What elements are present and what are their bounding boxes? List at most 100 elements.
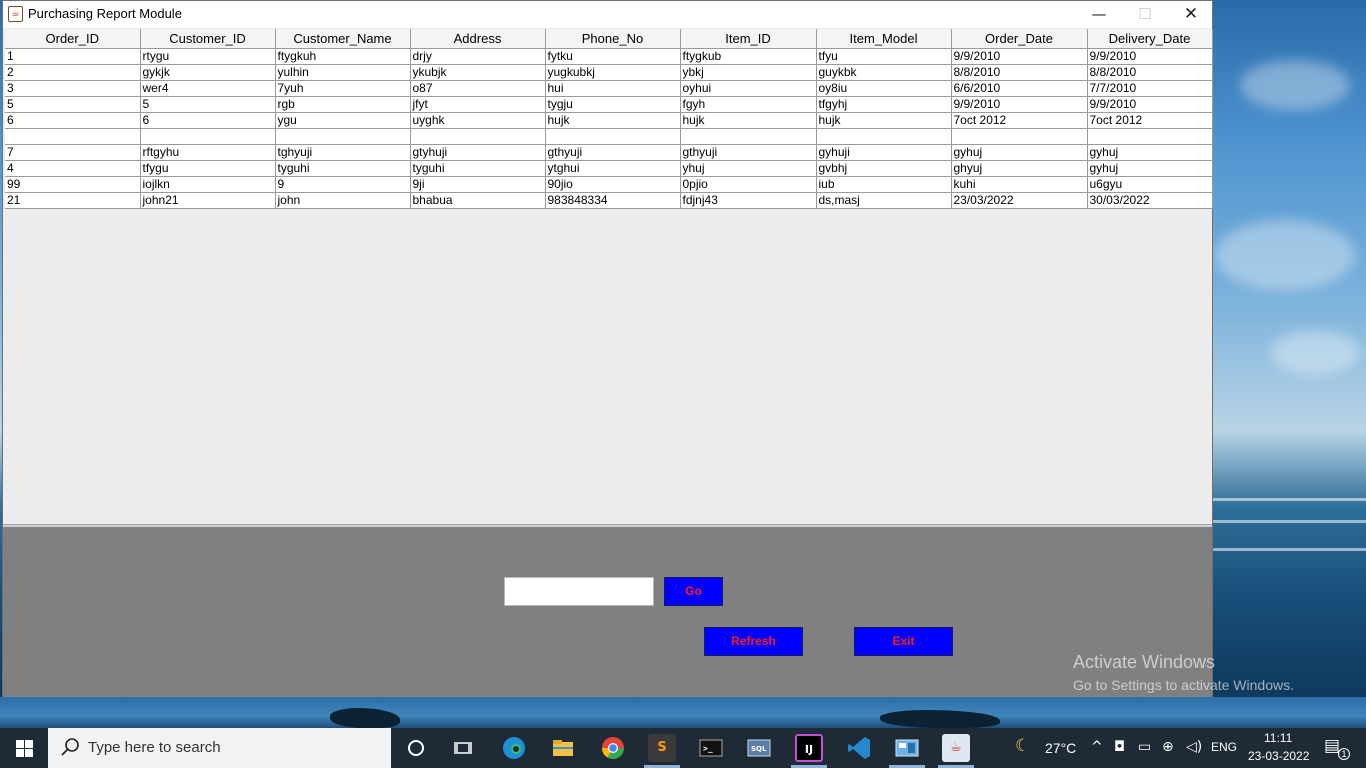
table-row[interactable]: 6 6 ygu uyghk hujk hujk hujk 7oct 2012 7oct 2012 [5, 112, 1213, 129]
table-cell[interactable]: 3 [5, 80, 141, 97]
meet-now-icon[interactable]: ◘ [1114, 739, 1125, 755]
table-cell[interactable]: 7yuh [275, 80, 411, 97]
column-header[interactable]: Phone_No [545, 29, 681, 49]
table-cell[interactable]: tghyuji [275, 144, 411, 161]
table-cell[interactable]: 9/9/2010 [951, 96, 1088, 113]
table-cell[interactable] [275, 128, 411, 145]
table-cell[interactable] [140, 128, 276, 145]
java-icon[interactable]: ☕ [942, 734, 970, 762]
table-cell[interactable] [680, 128, 817, 145]
table-cell[interactable]: 6/6/2010 [951, 80, 1088, 97]
table-cell[interactable]: tyguhi [275, 160, 411, 177]
column-header[interactable]: Item_Model [816, 29, 952, 49]
table-cell[interactable]: 23/03/2022 [951, 192, 1088, 209]
table-cell[interactable]: 9/9/2010 [1087, 48, 1213, 65]
table-cell[interactable]: 4 [5, 160, 141, 177]
table-cell[interactable]: yulhin [275, 64, 411, 81]
cortana-icon[interactable] [402, 734, 430, 762]
table-cell[interactable]: gyhuji [816, 144, 952, 161]
column-header[interactable]: Customer_Name [275, 29, 411, 49]
volume-icon[interactable]: ◁) [1186, 739, 1202, 755]
table-row[interactable]: 3 wer4 7yuh o87 hui oyhui oy8iu 6/6/2010 7/7/201… [5, 80, 1213, 97]
task-view-icon[interactable] [450, 734, 478, 762]
search-input[interactable] [504, 577, 654, 606]
table-cell[interactable]: 6 [140, 112, 276, 129]
table-cell[interactable]: hui [545, 80, 681, 97]
column-header[interactable]: Delivery_Date [1087, 29, 1213, 49]
table-row[interactable]: 21 john21 john bhabua 983848334 fdjnj43 ds,mas… [5, 192, 1213, 209]
table-cell[interactable]: gykjk [140, 64, 276, 81]
file-explorer-icon[interactable] [549, 734, 577, 762]
table-cell[interactable]: gthyuji [545, 144, 681, 161]
table-cell[interactable]: 7oct 2012 [1087, 112, 1213, 129]
language-indicator[interactable]: ENG [1211, 740, 1237, 754]
start-button[interactable] [0, 728, 48, 768]
control-panel-icon[interactable] [893, 734, 921, 762]
table-cell[interactable]: 30/03/2022 [1087, 192, 1213, 209]
table-cell[interactable]: 2 [5, 64, 141, 81]
table-cell[interactable]: u6gyu [1087, 176, 1213, 193]
table-cell[interactable]: rgb [275, 96, 411, 113]
table-cell[interactable]: ds,masj [816, 192, 952, 209]
table-cell[interactable]: rftgyhu [140, 144, 276, 161]
close-button[interactable]: ✕ [1168, 1, 1214, 28]
table-cell[interactable]: tygju [545, 96, 681, 113]
sublime-text-icon[interactable]: S [648, 734, 676, 762]
refresh-button[interactable]: Refresh [704, 627, 803, 656]
column-header[interactable]: Order_Date [951, 29, 1088, 49]
weather-temperature[interactable]: 27°C [1045, 740, 1076, 756]
table-cell[interactable]: 9/9/2010 [1087, 96, 1213, 113]
table-cell[interactable]: tfgyhj [816, 96, 952, 113]
table-cell[interactable]: 1 [5, 48, 141, 65]
table-cell[interactable]: 7oct 2012 [951, 112, 1088, 129]
table-row[interactable]: 1 rtygu ftygkuh drjy fytku ftygkub tfyu 9/9/201… [5, 48, 1213, 65]
table-cell[interactable]: 983848334 [545, 192, 681, 209]
table-cell[interactable]: uyghk [410, 112, 546, 129]
column-header[interactable]: Order_ID [5, 29, 141, 49]
taskbar-search-box[interactable]: Type here to search [48, 728, 391, 768]
table-cell[interactable]: 9ji [410, 176, 546, 193]
battery-icon[interactable]: ▭ [1138, 739, 1151, 755]
table-cell[interactable]: ftygkub [680, 48, 817, 65]
table-cell[interactable]: tfyu [816, 48, 952, 65]
table-cell[interactable] [545, 128, 681, 145]
moon-cloud-icon[interactable]: ☾ [1015, 736, 1030, 756]
table-row[interactable] [5, 128, 1213, 145]
table-cell[interactable] [951, 128, 1088, 145]
table-cell[interactable]: gtyhuji [410, 144, 546, 161]
table-cell[interactable]: 90jio [545, 176, 681, 193]
table-row[interactable]: 2 gykjk yulhin ykubjk yugkubkj ybkj guykbk 8/8/… [5, 64, 1213, 81]
table-cell[interactable]: tyguhi [410, 160, 546, 177]
table-cell[interactable]: 8/8/2010 [951, 64, 1088, 81]
table-cell[interactable]: oy8iu [816, 80, 952, 97]
table-cell[interactable] [1087, 128, 1213, 145]
globe-network-icon[interactable]: ⊕ [1162, 739, 1174, 755]
table-cell[interactable]: 21 [5, 192, 141, 209]
table-cell[interactable]: 5 [140, 96, 276, 113]
column-header[interactable]: Address [410, 29, 546, 49]
table-cell[interactable]: hujk [816, 112, 952, 129]
table-cell[interactable]: guykbk [816, 64, 952, 81]
exit-button[interactable]: Exit [854, 627, 953, 656]
table-cell[interactable]: hujk [545, 112, 681, 129]
terminal-icon[interactable]: >_ [697, 734, 725, 762]
clock-date[interactable]: 23-03-2022 [1248, 749, 1309, 763]
table-cell[interactable]: 6 [5, 112, 141, 129]
table-cell[interactable]: gvbhj [816, 160, 952, 177]
table-cell[interactable]: fgyh [680, 96, 817, 113]
table-cell[interactable]: ytghui [545, 160, 681, 177]
table-cell[interactable]: iojlkn [140, 176, 276, 193]
table-cell[interactable]: wer4 [140, 80, 276, 97]
intellij-icon[interactable]: IJ [795, 734, 823, 762]
table-cell[interactable] [410, 128, 546, 145]
table-cell[interactable]: john [275, 192, 411, 209]
table-row[interactable]: 5 5 rgb jfyt tygju fgyh tfgyhj 9/9/2010 9/9/2010 [5, 96, 1213, 113]
chevron-up-icon[interactable]: ^ [1091, 739, 1103, 755]
table-cell[interactable]: 0pjio [680, 176, 817, 193]
table-cell[interactable]: gyhuj [1087, 144, 1213, 161]
table-cell[interactable]: tfygu [140, 160, 276, 177]
clock-time[interactable]: 11:11 [1264, 731, 1292, 745]
table-row[interactable]: 7 rftgyhu tghyuji gtyhuji gthyuji gthyuji gyhu… [5, 144, 1213, 161]
table-row[interactable]: 99 iojlkn 9 9ji 90jio 0pjio iub kuhi u6gyu [5, 176, 1213, 193]
sql-icon[interactable]: SQL [745, 734, 773, 762]
